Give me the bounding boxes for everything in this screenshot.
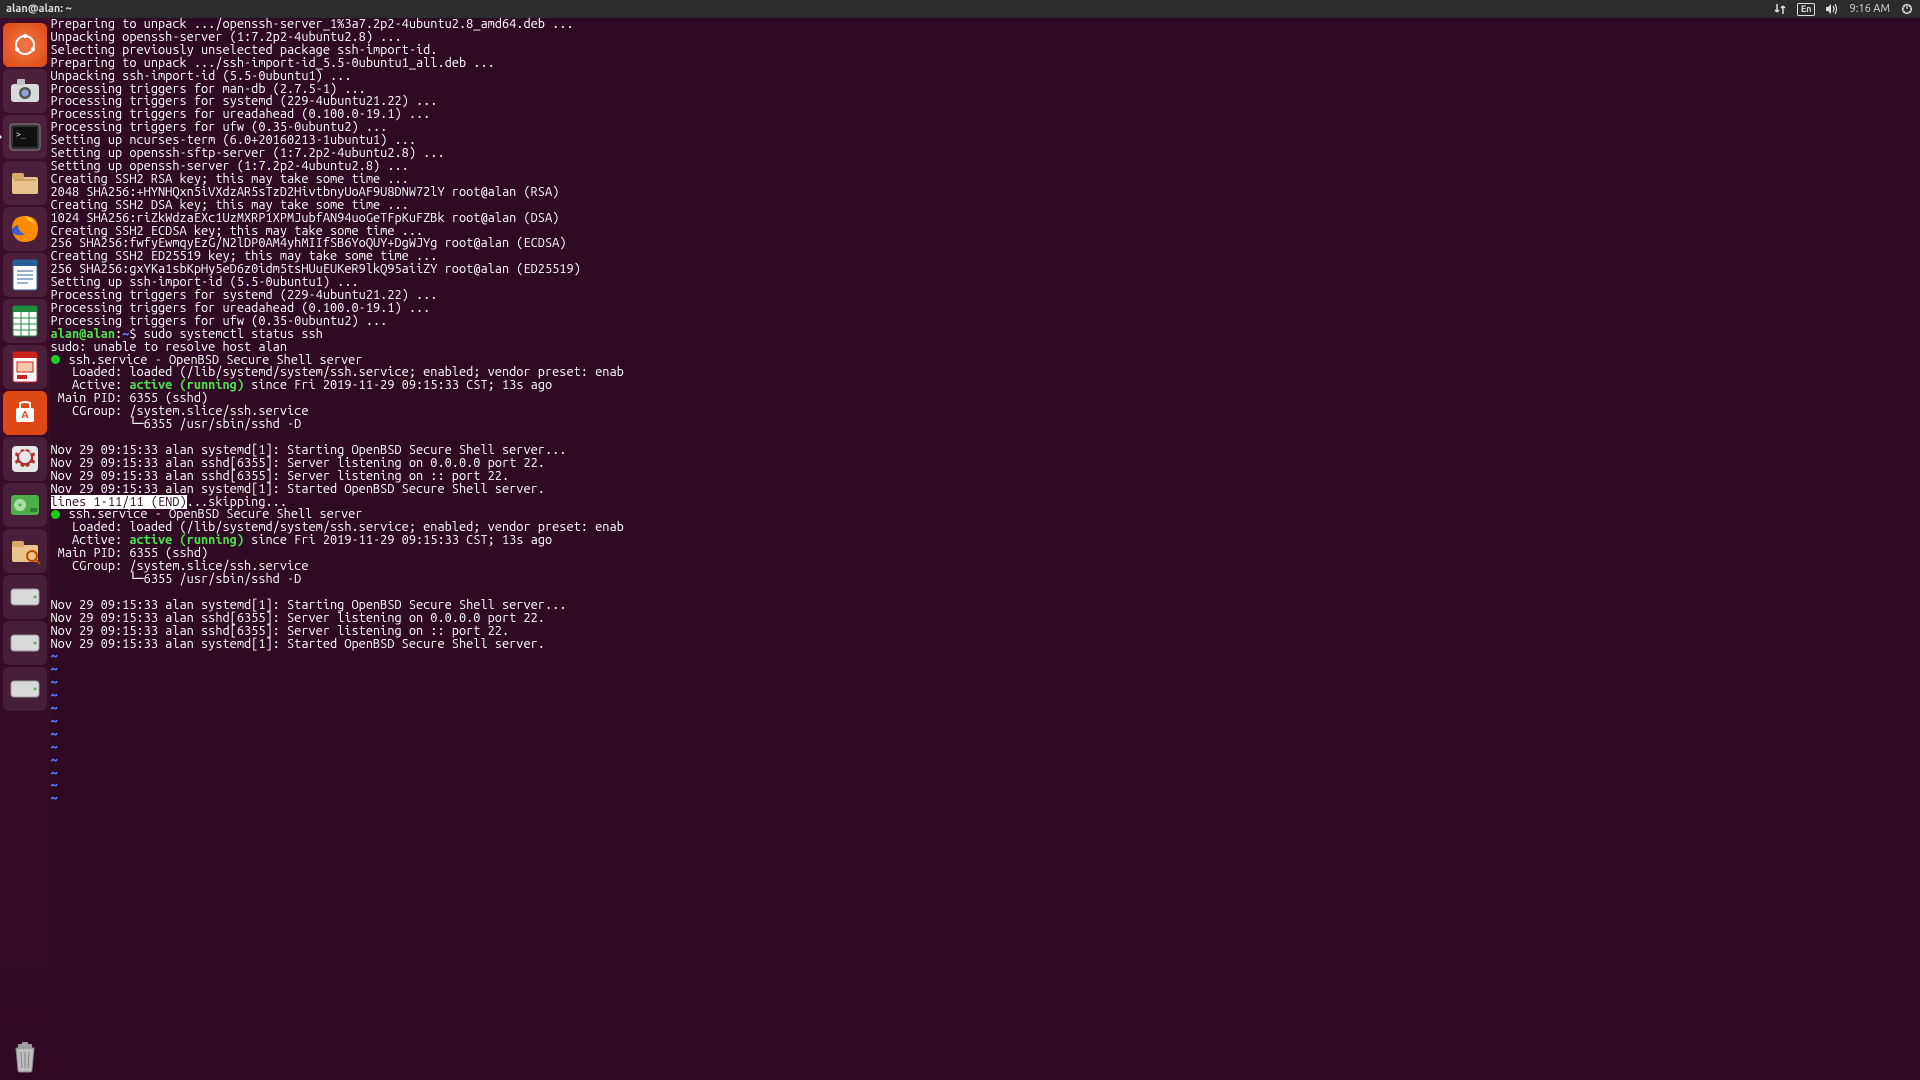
clock[interactable]: 9:16 AM bbox=[1849, 3, 1890, 15]
software-icon[interactable]: A bbox=[3, 391, 47, 435]
writer-icon[interactable] bbox=[3, 253, 47, 297]
window-title: alan@alan: ~ bbox=[2, 3, 72, 15]
terminal-window[interactable]: Preparing to unpack .../openssh-server_1… bbox=[50, 18, 1920, 1080]
drive2-icon[interactable] bbox=[3, 621, 47, 665]
top-menubar: alan@alan: ~ En 9:16 AM bbox=[0, 0, 1920, 18]
dash-icon[interactable] bbox=[3, 23, 47, 67]
screenshot-icon[interactable] bbox=[3, 69, 47, 113]
unity-launcher: >_ A bbox=[0, 18, 50, 1080]
settings-icon[interactable] bbox=[3, 437, 47, 481]
input-lang-indicator[interactable]: En bbox=[1797, 3, 1816, 16]
svg-text:A: A bbox=[21, 409, 28, 420]
volume-icon[interactable] bbox=[1825, 3, 1839, 15]
trash-icon[interactable] bbox=[3, 1035, 47, 1079]
power-icon[interactable] bbox=[1900, 2, 1914, 16]
menubar-indicators: En 9:16 AM bbox=[1773, 2, 1918, 16]
terminal-output: Preparing to unpack .../openssh-server_1… bbox=[50, 18, 1920, 805]
impress-icon[interactable] bbox=[3, 345, 47, 389]
files-icon[interactable] bbox=[3, 161, 47, 205]
diskutil-icon[interactable] bbox=[3, 529, 47, 573]
calc-icon[interactable] bbox=[3, 299, 47, 343]
drive3-icon[interactable] bbox=[3, 667, 47, 711]
terminal-icon[interactable]: >_ bbox=[3, 115, 47, 159]
firefox-icon[interactable] bbox=[3, 207, 47, 251]
svg-text:>_: >_ bbox=[16, 130, 26, 139]
disks-icon[interactable] bbox=[3, 483, 47, 527]
drive1-icon[interactable] bbox=[3, 575, 47, 619]
network-icon[interactable] bbox=[1773, 3, 1787, 15]
